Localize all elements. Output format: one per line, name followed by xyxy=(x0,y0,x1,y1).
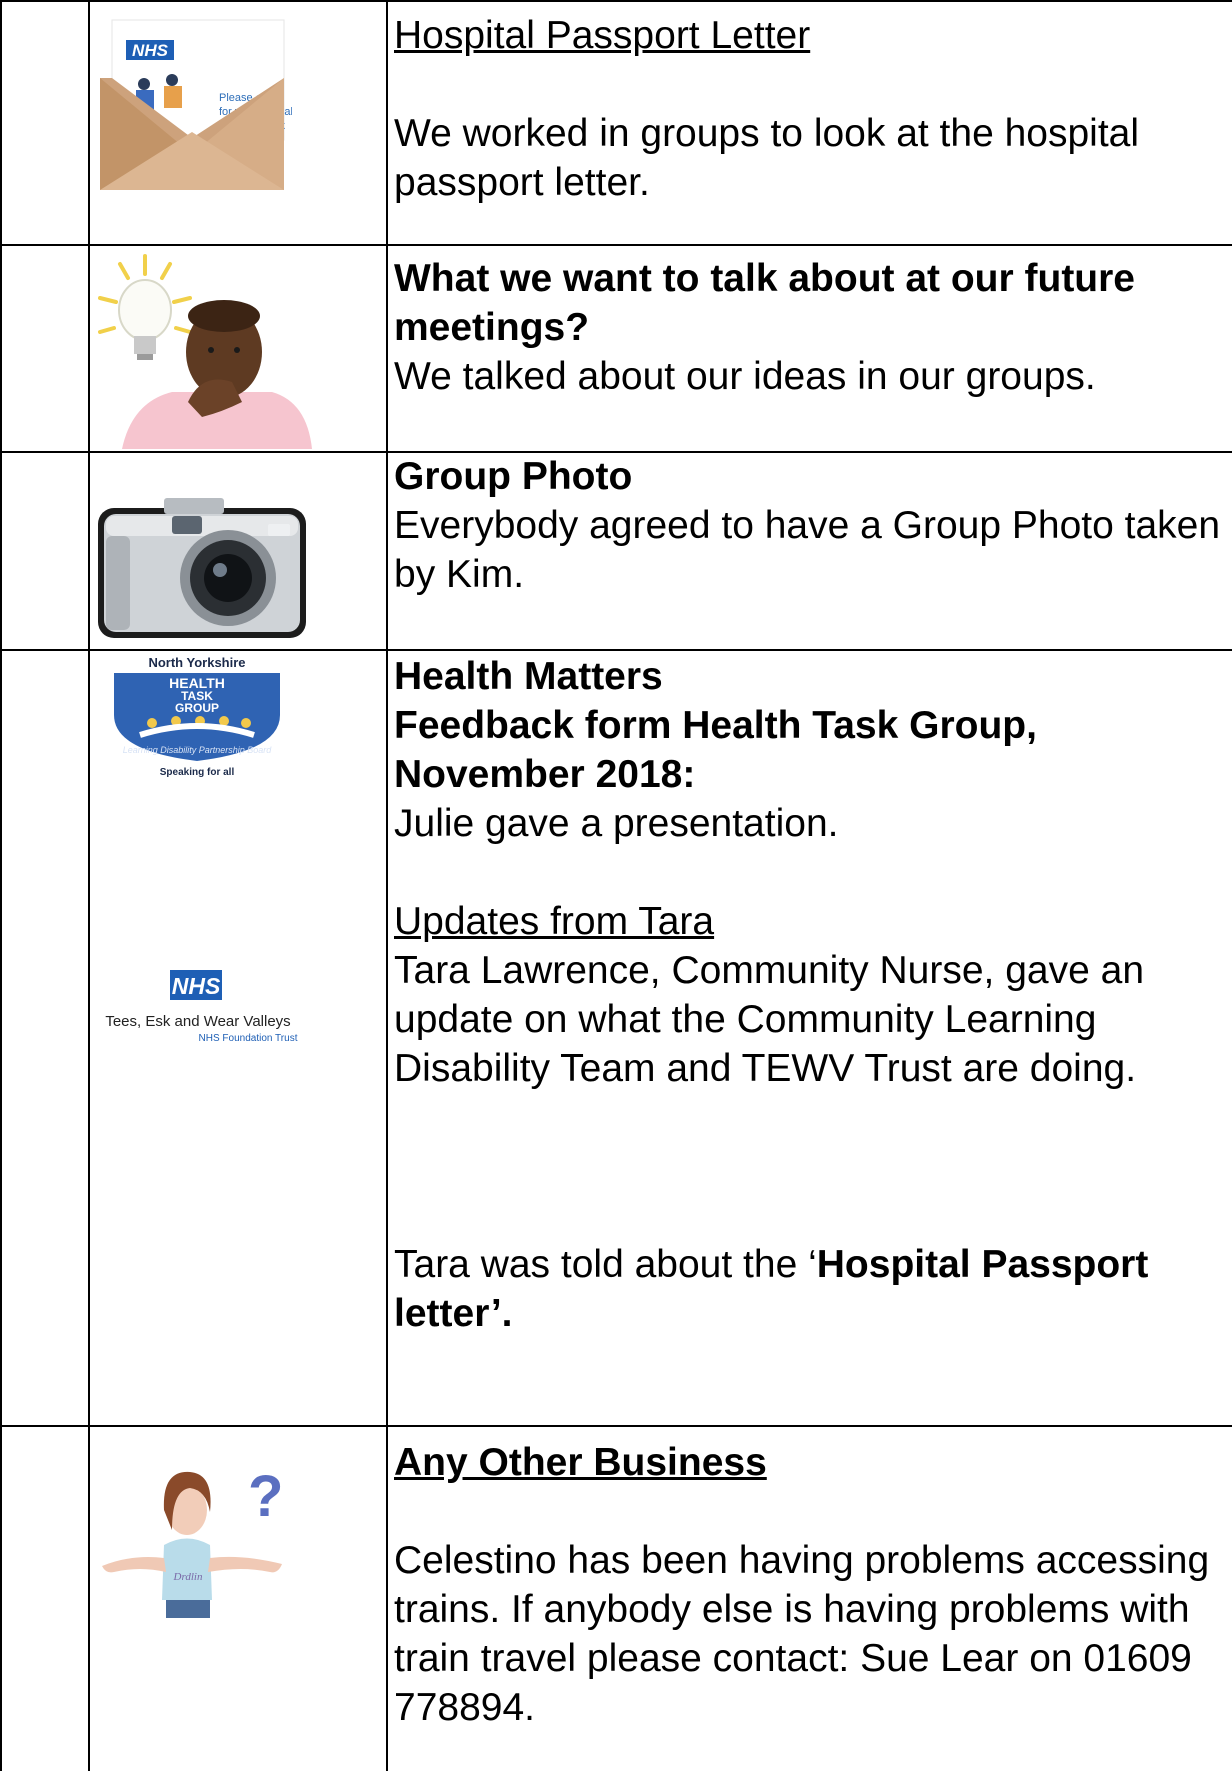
logo-partnership-board: Learning Disability Partnership Board xyxy=(123,745,273,755)
tewv-nhs-logo: NHS Tees, Esk and Wear Valleys NHS Found… xyxy=(92,966,385,1056)
row-5-text: Any Other Business Celestino has been ha… xyxy=(394,1438,1224,1732)
row-2-body: We talked about our ideas in our groups. xyxy=(394,355,1096,398)
table-border-top xyxy=(0,0,1232,2)
minutes-table: NHS Please come for your Annual Health C… xyxy=(0,0,1232,1771)
envelope-nhs-logo: NHS xyxy=(132,41,169,60)
row-4-text: Health Matters Feedback form Health Task… xyxy=(394,652,1224,1338)
row-1-heading: Hospital Passport Letter xyxy=(394,14,811,57)
row-2-heading: What we want to talk about at our future… xyxy=(394,257,1135,349)
row-divider-3 xyxy=(0,649,1232,651)
row-1-text: Hospital Passport Letter We worked in gr… xyxy=(394,11,1224,207)
tewv-subtitle: NHS Foundation Trust xyxy=(199,1033,298,1044)
row-4-subheading: Updates from Tara xyxy=(394,900,715,943)
nhs-letter-envelope-icon: NHS Please come for your Annual Health C… xyxy=(92,14,385,194)
thinking-man-lightbulb-icon xyxy=(92,252,385,449)
svg-text:?: ? xyxy=(248,1464,283,1529)
tewv-nhs-mark: NHS xyxy=(172,973,221,999)
row-5-heading: Any Other Business xyxy=(394,1441,767,1484)
row-4-body-1: Julie gave a presentation. xyxy=(394,802,839,845)
table-column-divider-2 xyxy=(386,0,388,1771)
camera-icon xyxy=(92,494,385,642)
table-border-left xyxy=(0,0,2,1771)
logo-speaking-for-all: Speaking for all xyxy=(160,767,235,778)
row-3-body: Everybody agreed to have a Group Photo t… xyxy=(394,504,1221,596)
confused-woman-question-icon: ? Drdlin xyxy=(92,1450,385,1620)
row-divider-1 xyxy=(0,244,1232,246)
row-4-heading-2: Feedback form Health Task Group, Novembe… xyxy=(394,704,1037,796)
row-3-heading: Group Photo xyxy=(394,455,633,498)
svg-text:Drdlin: Drdlin xyxy=(173,1571,203,1583)
row-4-body-3: Tara was told about the ‘Hospital Passpo… xyxy=(394,1240,1224,1338)
logo-group: GROUP xyxy=(175,701,219,715)
tewv-name: Tees, Esk and Wear Valleys xyxy=(105,1013,290,1030)
row-4-body-3-prefix: Tara was told about the ‘ xyxy=(394,1243,817,1286)
table-column-divider-1 xyxy=(88,0,90,1771)
row-2-text: What we want to talk about at our future… xyxy=(394,254,1224,401)
row-5-body: Celestino has been having problems acces… xyxy=(394,1539,1210,1729)
row-1-body: We worked in groups to look at the hospi… xyxy=(394,112,1140,204)
row-divider-4 xyxy=(0,1425,1232,1427)
logo-north-yorkshire: North Yorkshire xyxy=(148,655,245,670)
row-4-heading-1: Health Matters xyxy=(394,655,663,698)
row-4-body-2: Tara Lawrence, Community Nurse, gave an … xyxy=(394,949,1145,1090)
health-task-group-logo-icon: North Yorkshire HEALTH TASK GROUP Learni… xyxy=(92,655,385,780)
row-3-text: Group Photo Everybody agreed to have a G… xyxy=(394,452,1224,599)
